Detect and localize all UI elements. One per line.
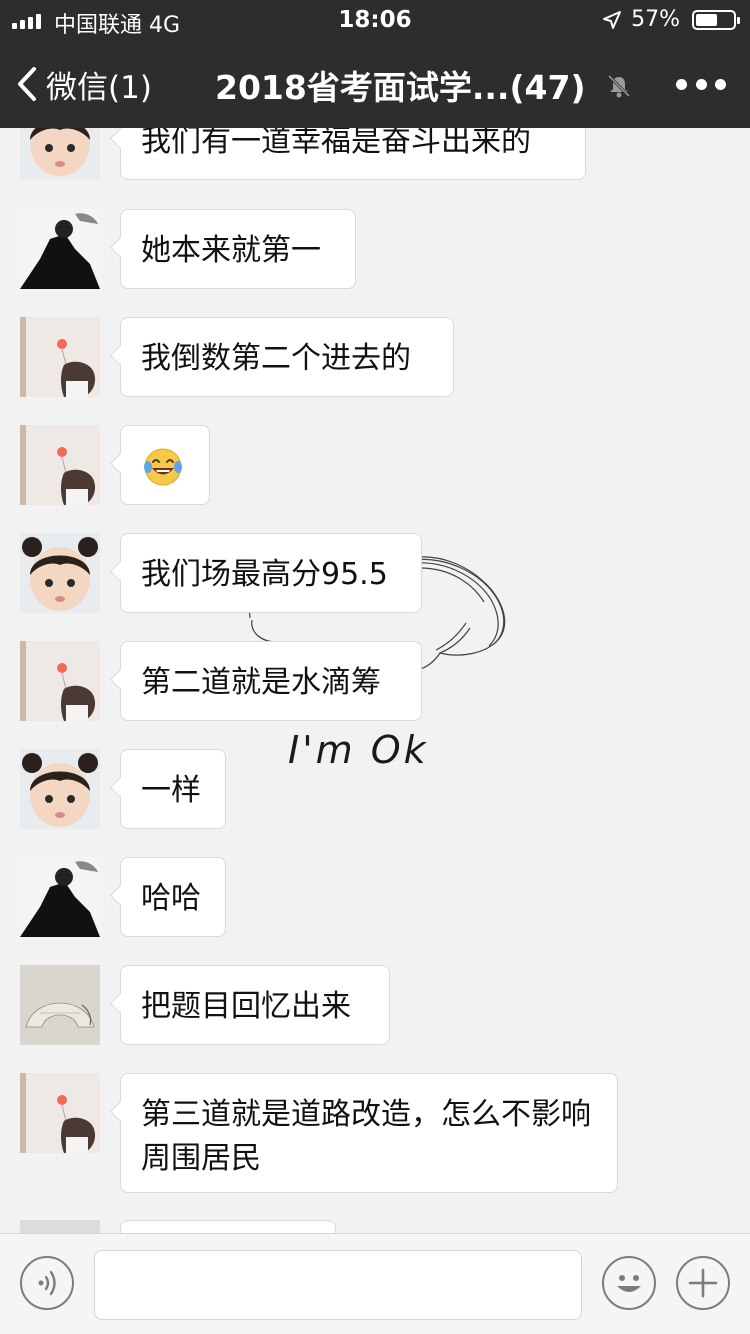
status-bar: 中国联通 4G 18:06 57% bbox=[0, 0, 750, 40]
input-bar bbox=[0, 1233, 750, 1334]
battery-icon bbox=[692, 10, 740, 30]
girl-balloon-avatar[interactable] bbox=[20, 425, 100, 505]
message-text: 我们场最高分95.5 bbox=[141, 557, 388, 592]
back-button[interactable]: 微信(1) bbox=[16, 62, 152, 106]
emoji-icon bbox=[617, 1275, 641, 1292]
child-avatar[interactable] bbox=[20, 749, 100, 829]
message-bubble[interactable]: 我们场最高分95.5 bbox=[120, 533, 422, 613]
message-text: 一样 bbox=[141, 773, 201, 808]
chat-area[interactable]: I'm Ok 我们有一道幸福是奋斗出来的 她本来就第一 我倒数第二个进去的 我们… bbox=[0, 128, 750, 1233]
child-avatar[interactable] bbox=[20, 128, 100, 180]
girl-balloon-avatar[interactable] bbox=[20, 317, 100, 397]
message-bubble[interactable]: 我倒数第二个进去的 bbox=[120, 317, 454, 397]
chevron-left-icon bbox=[18, 67, 36, 101]
plus-icon bbox=[688, 1268, 718, 1298]
nav-bar: 微信(1) 2018省考面试学...(47) bbox=[0, 40, 750, 128]
more-dot bbox=[715, 78, 726, 90]
message-bubble[interactable]: 一样 bbox=[120, 749, 226, 829]
mute-icon bbox=[607, 74, 631, 98]
voice-button[interactable] bbox=[20, 1256, 74, 1310]
message-bubble[interactable] bbox=[120, 425, 210, 505]
bw-man-avatar[interactable] bbox=[20, 857, 100, 937]
message-bubble[interactable]: 第三道就是道路改造，怎么不影响周围居民 bbox=[120, 1073, 618, 1193]
message-bubble[interactable]: 我们有一道幸福是奋斗出来的 bbox=[120, 128, 586, 180]
message-text: 我们有一道幸福是奋斗出来的 bbox=[141, 128, 531, 159]
message-text: 把题目回忆出来 bbox=[141, 989, 351, 1024]
message-text: 哈哈 bbox=[141, 881, 201, 916]
emoji-button[interactable] bbox=[602, 1256, 656, 1310]
message-bubble[interactable]: 哈哈 bbox=[120, 857, 226, 937]
message-bubble[interactable] bbox=[120, 1220, 336, 1233]
more-dot bbox=[676, 78, 687, 90]
message-text: 第二道就是水滴筹 bbox=[141, 665, 381, 700]
bg-caption: I'm Ok bbox=[288, 728, 429, 772]
battery-percent: 57% bbox=[631, 7, 680, 32]
message-bubble[interactable]: 第二道就是水滴筹 bbox=[120, 641, 422, 721]
more-button[interactable] bbox=[676, 70, 726, 98]
message-text: 她本来就第一 bbox=[141, 233, 321, 268]
plus-button[interactable] bbox=[676, 1256, 730, 1310]
more-dot bbox=[695, 78, 707, 90]
girl-balloon-avatar[interactable] bbox=[20, 1073, 100, 1153]
message-bubble[interactable]: 她本来就第一 bbox=[120, 209, 356, 289]
girl-balloon-avatar[interactable] bbox=[20, 641, 100, 721]
child-avatar[interactable] bbox=[20, 1220, 100, 1233]
back-label: 微信(1) bbox=[46, 69, 152, 106]
fan-painting-avatar[interactable] bbox=[20, 965, 100, 1045]
voice-icon bbox=[38, 1270, 56, 1296]
message-input[interactable] bbox=[94, 1250, 582, 1320]
bw-man-avatar[interactable] bbox=[20, 209, 100, 289]
chat-title: 2018省考面试学...(47) bbox=[215, 68, 586, 107]
location-arrow-icon bbox=[603, 11, 621, 29]
message-text: 我倒数第二个进去的 bbox=[141, 341, 411, 376]
laughing-tears-emoji-icon bbox=[144, 448, 182, 486]
message-bubble[interactable]: 把题目回忆出来 bbox=[120, 965, 390, 1045]
message-text: 第三道就是道路改造，怎么不影响周围居民 bbox=[141, 1097, 591, 1176]
child-avatar[interactable] bbox=[20, 533, 100, 613]
